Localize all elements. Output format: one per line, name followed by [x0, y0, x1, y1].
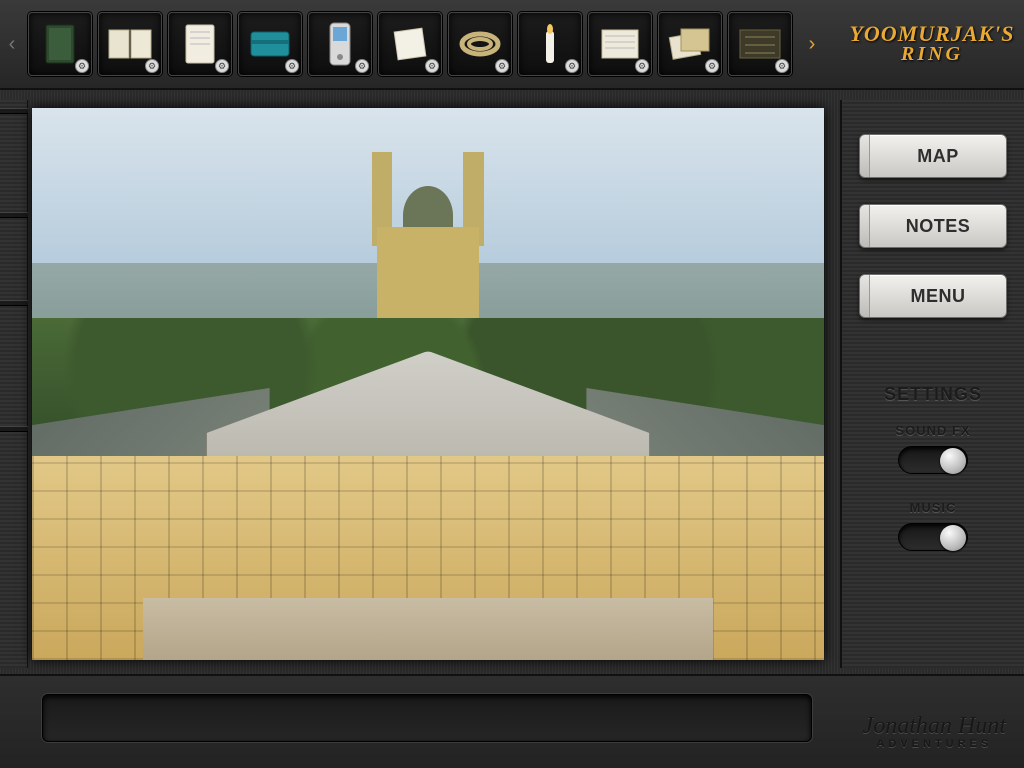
gear-icon: ⚙ [425, 59, 439, 73]
inventory-scroll-left[interactable]: ‹ [0, 0, 24, 89]
publisher-logo: Jonathan Hunt ADVENTURES [863, 713, 1006, 750]
inventory-item-mobile-phone[interactable]: ⚙ [308, 12, 372, 76]
gear-icon: ⚙ [145, 59, 159, 73]
soundfx-label: SOUND FX [842, 423, 1024, 438]
left-rail [0, 100, 28, 668]
scene-palace [32, 351, 824, 660]
inventory-item-notebook[interactable]: ⚙ [168, 12, 232, 76]
inventory-item-green-book[interactable]: ⚙ [28, 12, 92, 76]
notes-button[interactable]: NOTES [859, 204, 1007, 248]
map-button-label: MAP [870, 146, 1006, 167]
gear-icon: ⚙ [75, 59, 89, 73]
settings-block: SETTINGS SOUND FX MUSIC [842, 384, 1024, 577]
gear-icon: ⚙ [215, 59, 229, 73]
inventory-scroll-right[interactable]: › [800, 0, 824, 89]
music-label: MUSIC [842, 500, 1024, 515]
gear-icon: ⚙ [285, 59, 299, 73]
publisher-line2: ADVENTURES [863, 738, 1006, 750]
inventory-item-wallet[interactable]: ⚙ [238, 12, 302, 76]
publisher-line1: Jonathan Hunt [863, 713, 1006, 740]
gear-icon: ⚙ [635, 59, 649, 73]
notes-button-label: NOTES [870, 216, 1006, 237]
music-toggle[interactable] [898, 523, 968, 551]
dialogue-box [42, 694, 812, 742]
map-button[interactable]: MAP [859, 134, 1007, 178]
gear-icon: ⚙ [355, 59, 369, 73]
inventory-item-letter[interactable]: ⚙ [378, 12, 442, 76]
inventory-item-ledger[interactable]: ⚙ [588, 12, 652, 76]
inventory-item-open-pages[interactable]: ⚙ [98, 12, 162, 76]
inventory-item-old-map[interactable]: ⚙ [728, 12, 792, 76]
game-title-line2: RING [901, 43, 963, 66]
inventory-slots: ⚙ ⚙ ⚙ ⚙ ⚙ ⚙ [24, 4, 796, 84]
gear-icon: ⚙ [495, 59, 509, 73]
scene-basilica [365, 152, 492, 340]
inventory-item-rope-coil[interactable]: ⚙ [448, 12, 512, 76]
menu-button-label: MENU [870, 286, 1006, 307]
menu-button[interactable]: MENU [859, 274, 1007, 318]
gear-icon: ⚙ [775, 59, 789, 73]
inventory-bar: ‹ ⚙ ⚙ ⚙ ⚙ ⚙ [0, 0, 1024, 90]
bottom-bar: Jonathan Hunt ADVENTURES [0, 674, 1024, 768]
side-panel: MAP NOTES MENU SETTINGS SOUND FX MUSIC [840, 100, 1024, 668]
gear-icon: ⚙ [705, 59, 719, 73]
inventory-item-candle[interactable]: ⚙ [518, 12, 582, 76]
soundfx-toggle[interactable] [898, 446, 968, 474]
inventory-item-photo-stack[interactable]: ⚙ [658, 12, 722, 76]
game-logo: YOOMURJAK'S RING [852, 12, 1012, 74]
gear-icon: ⚙ [565, 59, 579, 73]
scene-viewport[interactable] [32, 108, 824, 660]
settings-heading: SETTINGS [842, 384, 1024, 405]
